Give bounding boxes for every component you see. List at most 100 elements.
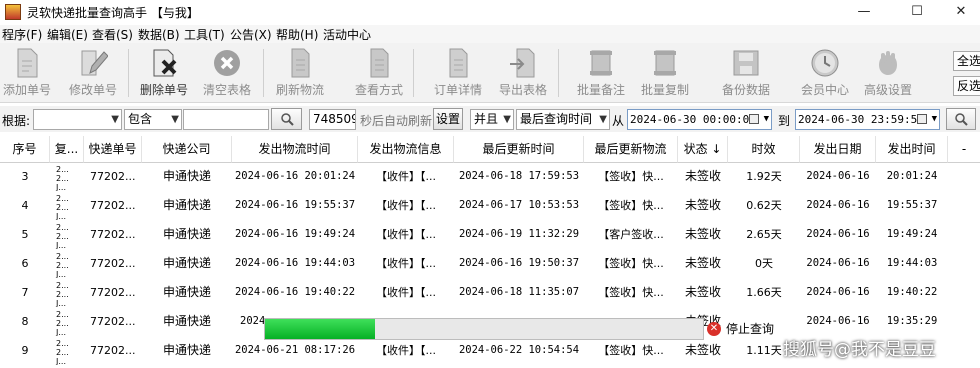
column-header-sent-clock[interactable]: 发出时间 bbox=[876, 136, 948, 163]
filter-by-label: 根据: bbox=[2, 114, 31, 128]
from-date-picker[interactable]: 2024-06-30 00:00:00 ▼ bbox=[627, 109, 772, 130]
cell-copy: 2... 2... J... bbox=[50, 162, 84, 191]
cell-copy-line: 2... bbox=[56, 339, 69, 348]
auto-refresh-label: 秒后自动刷新 bbox=[360, 114, 433, 128]
refresh-seconds-input[interactable]: 7485091 bbox=[309, 109, 356, 130]
column-header-sent-time[interactable]: 发出物流时间 bbox=[232, 136, 358, 163]
backup-data-button[interactable]: 备份数据 bbox=[716, 47, 776, 101]
chevron-down-icon: ▼ bbox=[503, 114, 511, 125]
column-header-no[interactable]: 序号 bbox=[0, 136, 50, 163]
column-header-more[interactable]: - bbox=[948, 136, 980, 163]
invert-select-button[interactable]: 反选 bbox=[953, 76, 980, 96]
cell-no: 7 bbox=[21, 286, 29, 299]
cell-last-update: 2024-06-22 10:54:54 bbox=[458, 344, 580, 356]
menu-help[interactable]: 帮助(H) bbox=[276, 26, 318, 43]
menu-edit[interactable]: 编辑(E) bbox=[47, 26, 88, 43]
table-row[interactable]: 7 2... 2... J... 77202... 申通快递 2024-06-16 … bbox=[0, 278, 980, 307]
column-header-sent-date[interactable]: 发出日期 bbox=[800, 136, 876, 163]
date-search-button[interactable] bbox=[946, 108, 976, 130]
cell-last-update: 2024-06-18 17:59:53 bbox=[458, 170, 580, 182]
delete-document-icon bbox=[153, 49, 177, 77]
date-field-select[interactable]: 最后查询时间 ▼ bbox=[516, 109, 610, 130]
cell-tracking: 77202... bbox=[90, 257, 136, 270]
cell-copy-line: 2... bbox=[56, 348, 69, 357]
advanced-settings-button[interactable]: 高级设置 bbox=[858, 47, 918, 101]
menu-activity-center[interactable]: 活动中心 bbox=[323, 26, 371, 43]
backup-data-icon bbox=[733, 50, 759, 76]
cell-tracking: 77202... bbox=[90, 170, 136, 183]
cell-copy: 2... 2... J... bbox=[50, 336, 84, 365]
order-details-button[interactable]: 订单详情 bbox=[428, 47, 488, 101]
select-all-button[interactable]: 全选 bbox=[953, 51, 980, 71]
cell-tracking: 77202... bbox=[90, 315, 136, 328]
cell-copy-line: J... bbox=[56, 241, 66, 249]
cell-tracking: 77202... bbox=[90, 228, 136, 241]
cell-copy-line: 2... bbox=[56, 165, 69, 174]
view-mode-button[interactable]: 查看方式 bbox=[349, 47, 409, 101]
add-number-button[interactable]: 添加单号 bbox=[0, 47, 57, 101]
cell-sent-date: 2024-06-16 bbox=[806, 199, 870, 211]
cell-sent-time: 2024-06-16 19:40:22 bbox=[234, 286, 356, 298]
cell-sent-time: 2024-06-16 19:44:03 bbox=[234, 257, 356, 269]
table-row[interactable]: 3 2... 2... J... 77202... 申通快递 2024-06-16 … bbox=[0, 162, 980, 191]
to-date-picker[interactable]: 2024-06-30 23:59:59 ▼ bbox=[795, 109, 940, 130]
stop-query-button[interactable]: ✕ 停止查询 bbox=[705, 318, 777, 340]
filter-field-select[interactable]: ▼ bbox=[33, 109, 122, 130]
minimize-button[interactable]: — bbox=[841, 0, 887, 24]
menu-program[interactable]: 程序(F) bbox=[2, 26, 42, 43]
table-row[interactable]: 5 2... 2... J... 77202... 申通快递 2024-06-16 … bbox=[0, 220, 980, 249]
cell-sent-clock: 19:44:03 bbox=[886, 257, 938, 269]
chevron-down-icon: ▼ bbox=[763, 114, 769, 124]
menu-tools[interactable]: 工具(T) bbox=[184, 26, 225, 43]
cell-copy-line: 2... bbox=[56, 174, 69, 183]
toolbar: 添加单号 修改单号 删除单号 清空表格 刷新物流 查看方式 订单详情 导出表格 … bbox=[0, 43, 980, 103]
cell-copy: 2... 2... J... bbox=[50, 249, 84, 278]
maximize-button[interactable]: ☐ bbox=[894, 0, 940, 24]
watermark: 搜狐号@我不是豆豆 bbox=[783, 340, 936, 360]
add-document-icon bbox=[17, 48, 38, 78]
clear-table-button[interactable]: 清空表格 bbox=[197, 47, 257, 101]
logic-select[interactable]: 并且 ▼ bbox=[470, 109, 514, 130]
settings-button[interactable]: 设置 bbox=[433, 108, 463, 130]
refresh-logistics-button[interactable]: 刷新物流 bbox=[270, 47, 330, 101]
cell-copy: 2... 2... J... bbox=[50, 278, 84, 307]
toolbar-separator bbox=[263, 49, 264, 97]
member-center-button[interactable]: 会员中心 bbox=[795, 47, 855, 101]
cell-last-update: 2024-06-19 11:32:29 bbox=[458, 228, 580, 240]
cell-copy-line: 2... bbox=[56, 203, 69, 212]
chevron-down-icon: ▼ bbox=[931, 114, 937, 124]
cell-aging: 0天 bbox=[755, 257, 773, 270]
cell-no: 9 bbox=[21, 344, 29, 357]
column-header-aging[interactable]: 时效 bbox=[728, 136, 800, 163]
menu-data[interactable]: 数据(B) bbox=[138, 26, 180, 43]
table-row[interactable]: 6 2... 2... J... 77202... 申通快递 2024-06-16 … bbox=[0, 249, 980, 278]
menu-notice[interactable]: 公告(X) bbox=[230, 26, 272, 43]
cell-copy-line: J... bbox=[56, 357, 66, 365]
column-header-copy[interactable]: 复... bbox=[50, 136, 84, 163]
cell-company: 申通快递 bbox=[162, 256, 211, 270]
edit-number-button[interactable]: 修改单号 bbox=[63, 47, 123, 101]
column-header-last-update[interactable]: 最后更新时间 bbox=[454, 136, 584, 163]
cell-copy-line: J... bbox=[56, 299, 66, 307]
cell-copy: 2... 2... J... bbox=[50, 220, 84, 249]
batch-note-button[interactable]: 批量备注 bbox=[571, 47, 631, 101]
column-header-company[interactable]: 快递公司 bbox=[142, 136, 232, 163]
search-button[interactable] bbox=[271, 108, 302, 130]
close-button[interactable]: ✕ bbox=[938, 0, 980, 24]
table-row[interactable]: 4 2... 2... J... 77202... 申通快递 2024-06-16 … bbox=[0, 191, 980, 220]
window-title: 灵软快递批量查询高手 【与我】 bbox=[27, 6, 199, 20]
cell-copy-line: J... bbox=[56, 212, 66, 220]
column-header-status[interactable]: 状态 ↓ bbox=[678, 136, 728, 163]
column-header-tracking[interactable]: 快递单号 bbox=[84, 136, 142, 163]
filter-keyword-input[interactable] bbox=[183, 109, 269, 130]
filter-operator-select[interactable]: 包含 ▼ bbox=[124, 109, 182, 130]
column-header-sent-info[interactable]: 发出物流信息 bbox=[358, 136, 454, 163]
delete-number-button[interactable]: 删除单号 bbox=[134, 47, 194, 101]
view-document-icon bbox=[370, 48, 389, 78]
menu-view[interactable]: 查看(S) bbox=[92, 26, 133, 43]
column-header-last-info[interactable]: 最后更新物流 bbox=[584, 136, 678, 163]
cell-status: 未签收 bbox=[684, 256, 721, 270]
batch-copy-button[interactable]: 批量复制 bbox=[635, 47, 695, 101]
cell-aging: 1.92天 bbox=[746, 170, 782, 183]
export-table-button[interactable]: 导出表格 bbox=[493, 47, 553, 101]
